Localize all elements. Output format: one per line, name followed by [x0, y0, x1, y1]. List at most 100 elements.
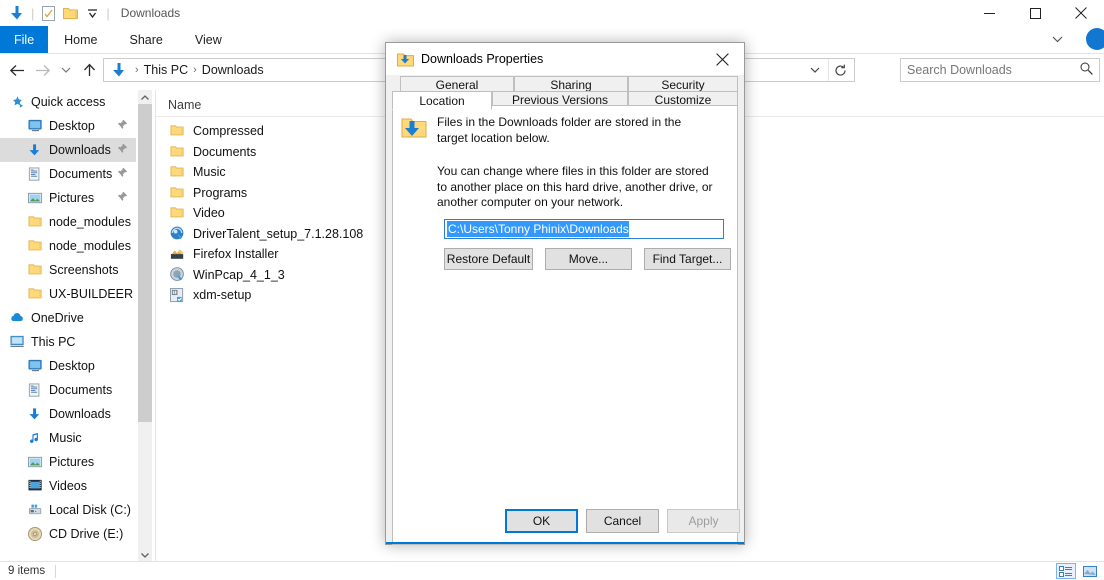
- sidebar-item-label: Documents: [49, 167, 113, 181]
- scroll-up-icon[interactable]: [138, 90, 152, 104]
- address-dropdown-icon[interactable]: [804, 59, 826, 81]
- dialog-close-icon[interactable]: [700, 43, 744, 75]
- sidebar-item-onedrive[interactable]: OneDrive: [0, 306, 136, 330]
- large-icons-view-icon[interactable]: [1080, 563, 1100, 579]
- sidebar-item-label: Screenshots: [49, 263, 119, 277]
- breadcrumb-this-pc[interactable]: This PC: [141, 63, 191, 77]
- downloads-arrow-icon[interactable]: [6, 2, 28, 24]
- details-view-icon[interactable]: [1056, 563, 1076, 579]
- table-row[interactable]: Video: [168, 203, 225, 223]
- dialog-tab-strip: General Sharing Security Location Previo…: [392, 76, 738, 110]
- sidebar-item-downloads[interactable]: Downloads: [0, 138, 136, 162]
- item-count-label: 9 items: [8, 565, 46, 577]
- table-row[interactable]: Programs: [168, 183, 247, 203]
- find-target-button[interactable]: Find Target...: [643, 248, 731, 270]
- chevron-down-icon[interactable]: [1048, 30, 1066, 48]
- tab-file[interactable]: File: [0, 26, 49, 53]
- pin-icon[interactable]: [117, 167, 128, 181]
- dialog-accent-edge: [386, 542, 744, 544]
- sidebar-item-music[interactable]: Music: [0, 426, 136, 450]
- breadcrumb-separator-2: ›: [193, 64, 197, 76]
- location-description: You can change where files in this folde…: [437, 164, 713, 209]
- sidebar-item-videos[interactable]: Videos: [0, 474, 136, 498]
- file-name-label: xdm-setup: [193, 288, 252, 302]
- navigation-pane[interactable]: Quick access Desktop Downloads Documents Pic…: [0, 90, 136, 562]
- pin-icon[interactable]: [117, 119, 128, 133]
- location-path-input[interactable]: C:\Users\Tonny Phinix\Downloads: [444, 219, 724, 239]
- recent-locations-button[interactable]: [56, 57, 76, 83]
- pictures-icon: [26, 453, 44, 471]
- table-row[interactable]: Compressed: [168, 121, 264, 141]
- location-action-buttons: Restore Default Move... Find Target...: [444, 248, 731, 270]
- table-row[interactable]: xdm-setup: [168, 285, 251, 305]
- cd-drive-icon: [26, 525, 44, 543]
- navigation-scrollbar[interactable]: [138, 90, 152, 562]
- search-icon[interactable]: [1080, 62, 1093, 78]
- file-name-label: Documents: [193, 144, 257, 159]
- sidebar-item-documents[interactable]: Documents: [0, 162, 136, 186]
- title-bar: | | Downloads: [0, 0, 1104, 26]
- sidebar-item-label: Documents: [49, 383, 113, 397]
- folder-icon: [26, 261, 44, 279]
- sidebar-item-node-modules[interactable]: node_modules: [0, 210, 136, 234]
- sidebar-item-documents[interactable]: Documents: [0, 378, 136, 402]
- restore-default-button[interactable]: Restore Default: [444, 248, 533, 270]
- new-folder-icon[interactable]: [59, 2, 81, 24]
- pin-icon[interactable]: [117, 143, 128, 157]
- refresh-icon[interactable]: [828, 59, 852, 81]
- folder-icon: [168, 184, 186, 202]
- customize-qat-chevron-icon[interactable]: [81, 2, 103, 24]
- column-header-name[interactable]: Name: [168, 94, 201, 116]
- sidebar-item-desktop[interactable]: Desktop: [0, 354, 136, 378]
- ok-button[interactable]: OK: [505, 509, 578, 533]
- properties-icon[interactable]: [37, 2, 59, 24]
- tab-view[interactable]: View: [179, 26, 238, 53]
- table-row[interactable]: WinPcap_4_1_3: [168, 265, 285, 285]
- winpcap-app-icon: [168, 266, 186, 284]
- table-row[interactable]: Firefox Installer: [168, 244, 278, 264]
- file-name-label: WinPcap_4_1_3: [193, 267, 285, 282]
- downloads-path-icon: [110, 61, 128, 79]
- help-icon[interactable]: [1086, 28, 1104, 50]
- move-button[interactable]: Move...: [544, 248, 632, 270]
- sidebar-item-pictures[interactable]: Pictures: [0, 450, 136, 474]
- up-button[interactable]: [76, 57, 102, 83]
- cancel-button[interactable]: Cancel: [586, 509, 659, 533]
- firefox-installer-icon: [168, 245, 186, 263]
- table-row[interactable]: Music: [168, 162, 226, 182]
- back-button[interactable]: [4, 57, 30, 83]
- close-button[interactable]: [1058, 0, 1104, 26]
- view-mode-buttons: [1056, 562, 1100, 580]
- table-row[interactable]: DriverTalent_setup_7.1.28.108: [168, 224, 363, 244]
- tab-home[interactable]: Home: [48, 26, 113, 53]
- sidebar-item-quick-access[interactable]: Quick access: [0, 90, 136, 114]
- breadcrumb-downloads[interactable]: Downloads: [199, 63, 267, 77]
- sidebar-item-ux-buildeer[interactable]: UX-BUILDEER: [0, 282, 136, 306]
- table-row[interactable]: Documents: [168, 142, 256, 162]
- breadcrumb-separator-1: ›: [135, 64, 139, 76]
- sidebar-item-desktop[interactable]: Desktop: [0, 114, 136, 138]
- minimize-button[interactable]: [966, 0, 1012, 26]
- search-placeholder: Search Downloads: [907, 63, 1012, 77]
- sidebar-item-downloads[interactable]: Downloads: [0, 402, 136, 426]
- status-bar: 9 items: [0, 562, 1104, 580]
- pin-icon[interactable]: [117, 191, 128, 205]
- sidebar-item-local-disk-c[interactable]: Local Disk (C:): [0, 498, 136, 522]
- forward-button[interactable]: [30, 57, 56, 83]
- downloads-properties-dialog: Downloads Properties General Sharing Sec…: [385, 42, 745, 545]
- search-input[interactable]: Search Downloads: [900, 58, 1100, 82]
- sidebar-item-label: Downloads: [49, 407, 111, 421]
- sidebar-item-cd-drive-e[interactable]: CD Drive (E:): [0, 522, 136, 546]
- dialog-title-bar: Downloads Properties: [386, 43, 744, 75]
- folder-icon: [168, 204, 186, 222]
- dialog-tab-location[interactable]: Location: [392, 91, 492, 110]
- maximize-button[interactable]: [1012, 0, 1058, 26]
- scroll-down-icon[interactable]: [138, 548, 152, 562]
- drive-icon: [26, 501, 44, 519]
- sidebar-item-screenshots[interactable]: Screenshots: [0, 258, 136, 282]
- sidebar-item-pictures[interactable]: Pictures: [0, 186, 136, 210]
- tab-share[interactable]: Share: [114, 26, 179, 53]
- sidebar-item-node-modules[interactable]: node_modules: [0, 234, 136, 258]
- scrollbar-thumb[interactable]: [138, 104, 152, 422]
- sidebar-item-this-pc[interactable]: This PC: [0, 330, 136, 354]
